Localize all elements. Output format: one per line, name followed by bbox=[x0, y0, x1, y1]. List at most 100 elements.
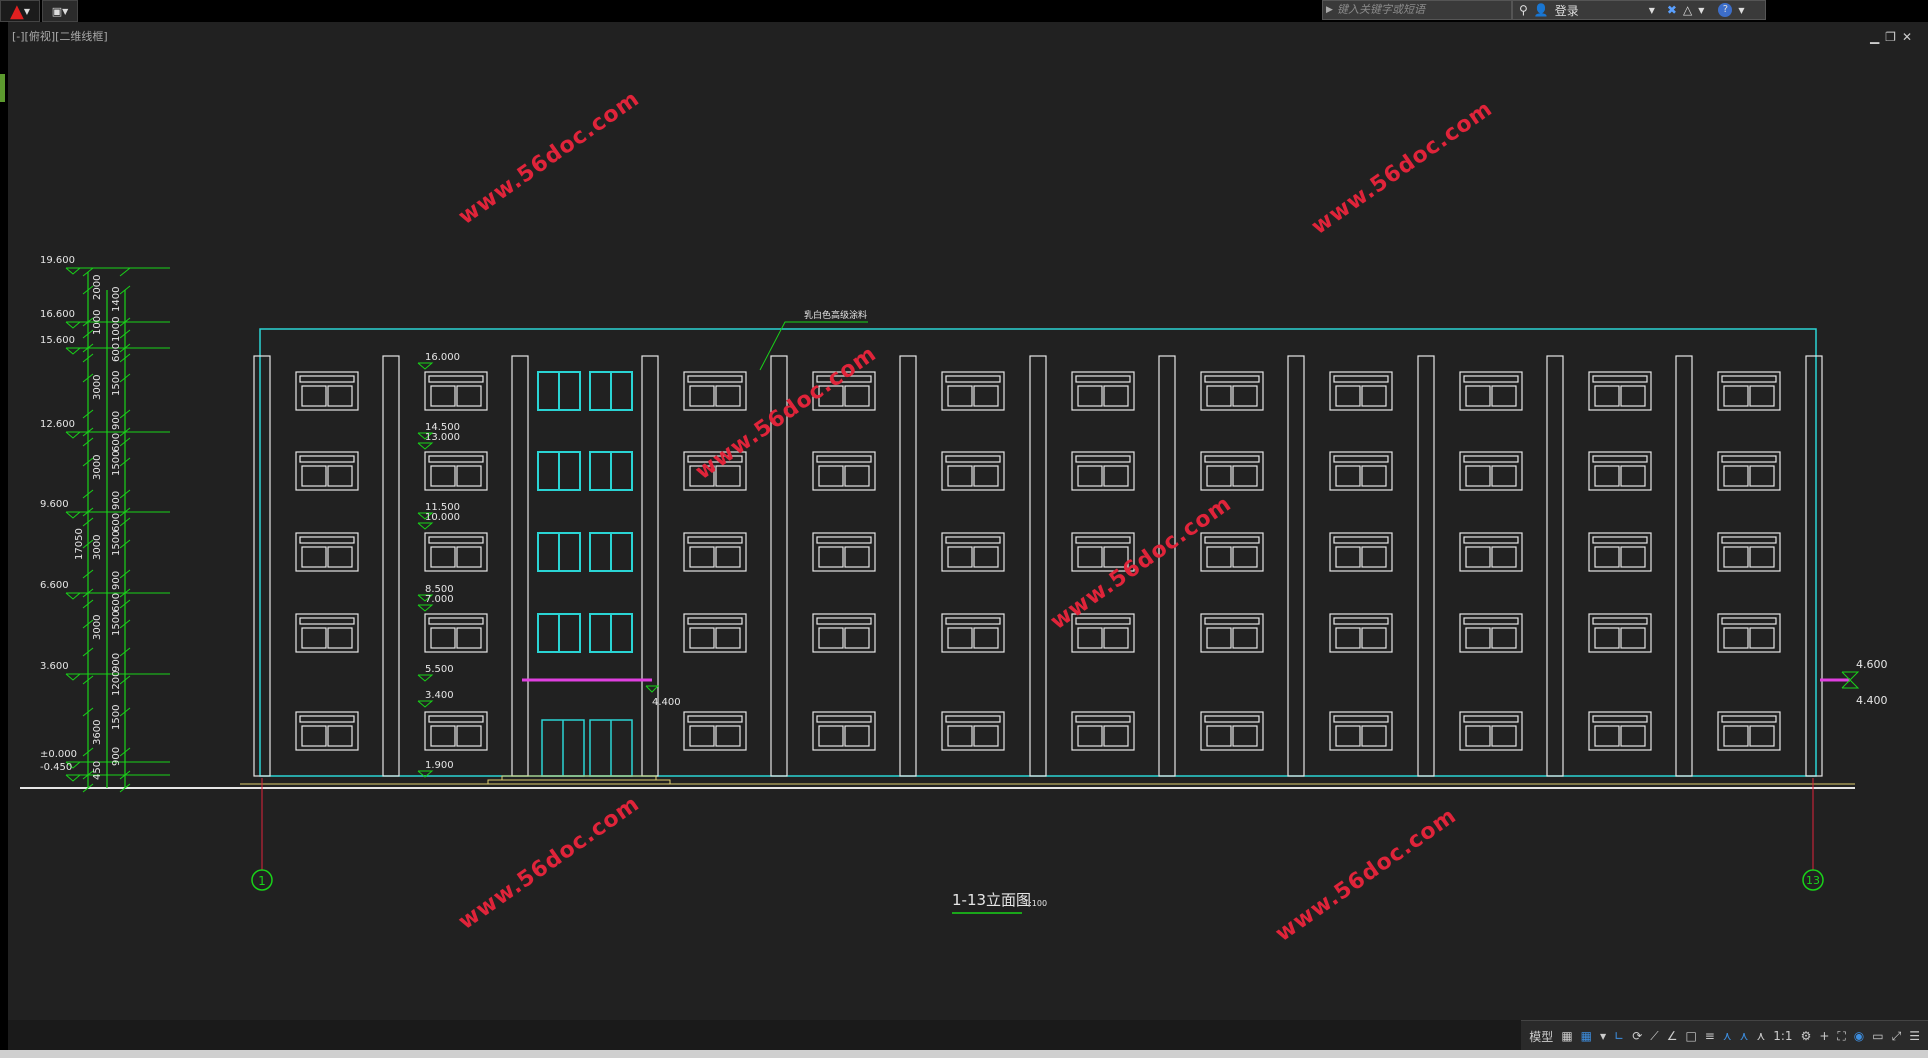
window bbox=[941, 532, 1005, 572]
pilaster bbox=[1029, 355, 1047, 777]
dimension-text: 17050 bbox=[74, 528, 85, 560]
plus-icon[interactable]: + bbox=[1819, 1025, 1829, 1047]
stair-window bbox=[589, 532, 633, 572]
watermark: www.56doc.com bbox=[454, 791, 644, 935]
level-mark bbox=[65, 592, 82, 600]
ortho-icon[interactable]: ∟ bbox=[1614, 1025, 1624, 1047]
window-level-label: 13.000 bbox=[425, 432, 460, 443]
window bbox=[683, 371, 747, 411]
window bbox=[812, 451, 876, 491]
window bbox=[1717, 711, 1781, 751]
window bbox=[941, 371, 1005, 411]
dimension-text: 1500 bbox=[111, 705, 122, 730]
polar-icon[interactable]: ⟳ bbox=[1632, 1025, 1642, 1047]
window bbox=[424, 711, 488, 751]
window bbox=[941, 613, 1005, 653]
window bbox=[424, 613, 488, 653]
pilasters bbox=[253, 355, 1823, 777]
window-level-mark bbox=[417, 604, 434, 612]
stair-window bbox=[537, 613, 581, 653]
watermark: www.56doc.com bbox=[1307, 96, 1497, 240]
osnap-icon[interactable]: ⟋ bbox=[1650, 1025, 1658, 1047]
lineweight-icon[interactable]: ≡ bbox=[1705, 1025, 1715, 1047]
dimension-text: 1500 bbox=[111, 371, 122, 396]
window-level-label: 5.500 bbox=[425, 664, 454, 675]
level-mark bbox=[65, 431, 82, 439]
clean-screen-icon[interactable]: ⤢ bbox=[1892, 1025, 1902, 1047]
dimension-text: 3000 bbox=[92, 375, 103, 400]
level-label: 9.600 bbox=[40, 499, 69, 510]
watermark: www.56doc.com bbox=[1046, 491, 1236, 635]
window bbox=[941, 711, 1005, 751]
annotation-text: 乳白色高级涂料 bbox=[804, 309, 867, 321]
stair-window bbox=[589, 613, 633, 653]
window bbox=[1459, 711, 1523, 751]
drawing-title: 1-13立面图 bbox=[952, 891, 1031, 909]
window-level-label: 16.000 bbox=[425, 352, 460, 363]
entrance-steps bbox=[487, 775, 671, 785]
level-mark bbox=[65, 347, 82, 355]
menu-icon[interactable]: ☰ bbox=[1909, 1025, 1920, 1047]
workspace-icon[interactable]: ⛶ bbox=[1837, 1025, 1845, 1047]
chevron-down-icon[interactable]: ▼ bbox=[1600, 1025, 1606, 1047]
window bbox=[1200, 451, 1264, 491]
window-level-mark bbox=[417, 442, 434, 450]
window bbox=[1588, 532, 1652, 572]
dimension-text: 900 bbox=[111, 571, 122, 590]
window bbox=[1717, 613, 1781, 653]
annotation-visibility-icon[interactable]: ⋏ bbox=[1740, 1025, 1749, 1047]
model-tab[interactable]: 模型 bbox=[1529, 1025, 1553, 1047]
elevation-drawing: 乳白色高级涂料 19.600 16.600 15.600 12.600 9.600 6.6… bbox=[20, 86, 1888, 947]
window bbox=[1459, 613, 1523, 653]
window bbox=[295, 371, 359, 411]
level-marks: 19.600 16.600 15.600 12.600 9.600 6.600 3.600 ±… bbox=[40, 255, 460, 782]
angle-icon[interactable]: ∠ bbox=[1667, 1025, 1678, 1047]
annotation-autoscale-icon[interactable]: ⋏ bbox=[1756, 1025, 1765, 1047]
window-level-label: 10.000 bbox=[425, 512, 460, 523]
window bbox=[1717, 371, 1781, 411]
canopy-level-label: 4.400 bbox=[652, 697, 681, 708]
dimension-text: 1000 bbox=[92, 310, 103, 335]
level-label: 12.600 bbox=[40, 419, 75, 430]
watermark: www.56doc.com bbox=[691, 341, 881, 485]
gear-icon[interactable]: ⚙ bbox=[1801, 1025, 1812, 1047]
hardware-accel-icon[interactable]: ▭ bbox=[1872, 1025, 1883, 1047]
window bbox=[812, 711, 876, 751]
scale-dropdown[interactable]: 1:1 bbox=[1773, 1025, 1792, 1047]
windows bbox=[295, 371, 1781, 751]
window bbox=[683, 613, 747, 653]
window bbox=[1588, 711, 1652, 751]
window bbox=[295, 711, 359, 751]
right-level-lower: 4.400 bbox=[1856, 694, 1888, 707]
window bbox=[1459, 532, 1523, 572]
window-level-mark bbox=[417, 700, 434, 708]
window bbox=[1200, 711, 1264, 751]
dimension-text: 3000 bbox=[92, 615, 103, 640]
window bbox=[1459, 371, 1523, 411]
pilaster bbox=[1546, 355, 1564, 777]
dimension-text: 3600 bbox=[92, 720, 103, 745]
pilaster bbox=[1675, 355, 1693, 777]
window-level-label: 1.900 bbox=[425, 760, 454, 771]
dimension-text: 900 bbox=[111, 491, 122, 510]
grid-icon[interactable]: ▦ bbox=[1561, 1025, 1572, 1047]
window bbox=[1459, 451, 1523, 491]
watermark: www.56doc.com bbox=[454, 86, 644, 230]
annotation-scale-icon[interactable]: ⋏ bbox=[1723, 1025, 1732, 1047]
window bbox=[1200, 613, 1264, 653]
stair-window bbox=[589, 451, 633, 491]
level-mark bbox=[65, 774, 82, 782]
axis-label-left: 1 bbox=[258, 874, 266, 888]
window bbox=[1588, 613, 1652, 653]
isolate-icon[interactable]: ◉ bbox=[1854, 1025, 1864, 1047]
window-bottom-edge bbox=[0, 1050, 1928, 1058]
snap-icon[interactable]: ▦ bbox=[1581, 1025, 1592, 1047]
window bbox=[1329, 451, 1393, 491]
dimension-text: 1500 bbox=[111, 531, 122, 556]
pilaster bbox=[1417, 355, 1435, 777]
window bbox=[424, 371, 488, 411]
object-snap-icon[interactable]: □ bbox=[1685, 1025, 1696, 1047]
stair-window bbox=[537, 371, 581, 411]
level-label: 3.600 bbox=[40, 661, 69, 672]
level-mark bbox=[65, 321, 82, 329]
